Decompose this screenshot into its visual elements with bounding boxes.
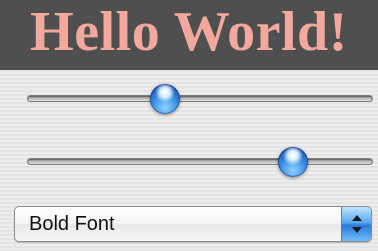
slider-thumb[interactable]: [278, 147, 308, 177]
slider-1[interactable]: [27, 84, 373, 114]
updown-arrows-icon[interactable]: [341, 207, 371, 241]
font-popup-label: Bold Font: [29, 213, 115, 235]
demo-window: Hello World! Bold Font: [0, 0, 378, 251]
banner-text: Hello World!: [30, 1, 348, 63]
slider-track[interactable]: [27, 158, 373, 165]
slider-2[interactable]: [27, 147, 373, 177]
slider-thumb[interactable]: [150, 84, 180, 114]
font-popup-button[interactable]: Bold Font: [14, 206, 372, 242]
slider-track[interactable]: [27, 95, 373, 102]
hello-banner: Hello World!: [0, 0, 378, 70]
